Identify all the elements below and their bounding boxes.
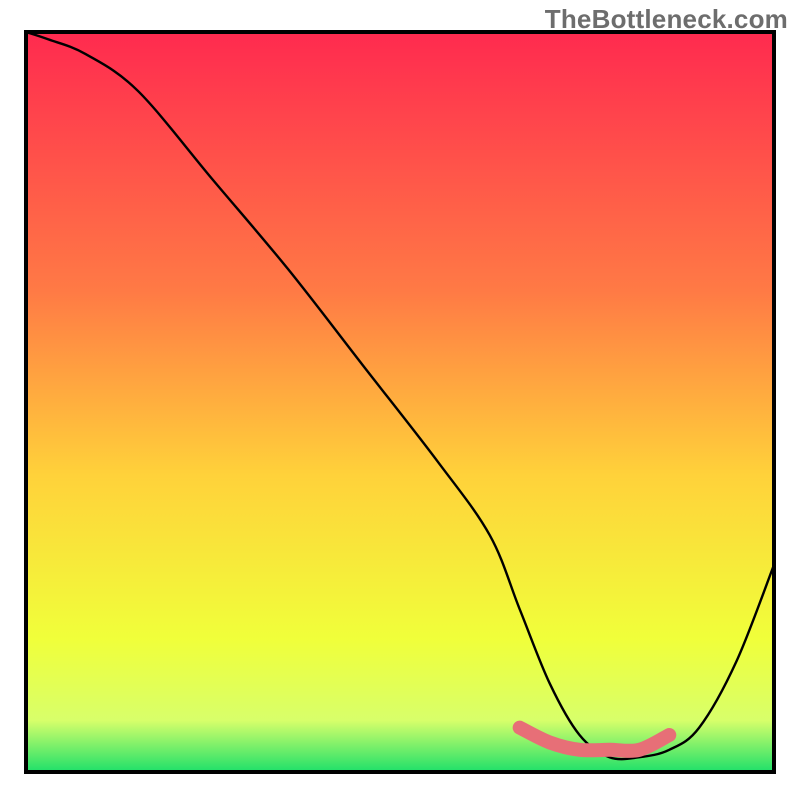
- chart-svg: [0, 0, 800, 800]
- chart-container: TheBottleneck.com: [0, 0, 800, 800]
- watermark-text: TheBottleneck.com: [545, 4, 788, 35]
- plot-background: [26, 32, 774, 772]
